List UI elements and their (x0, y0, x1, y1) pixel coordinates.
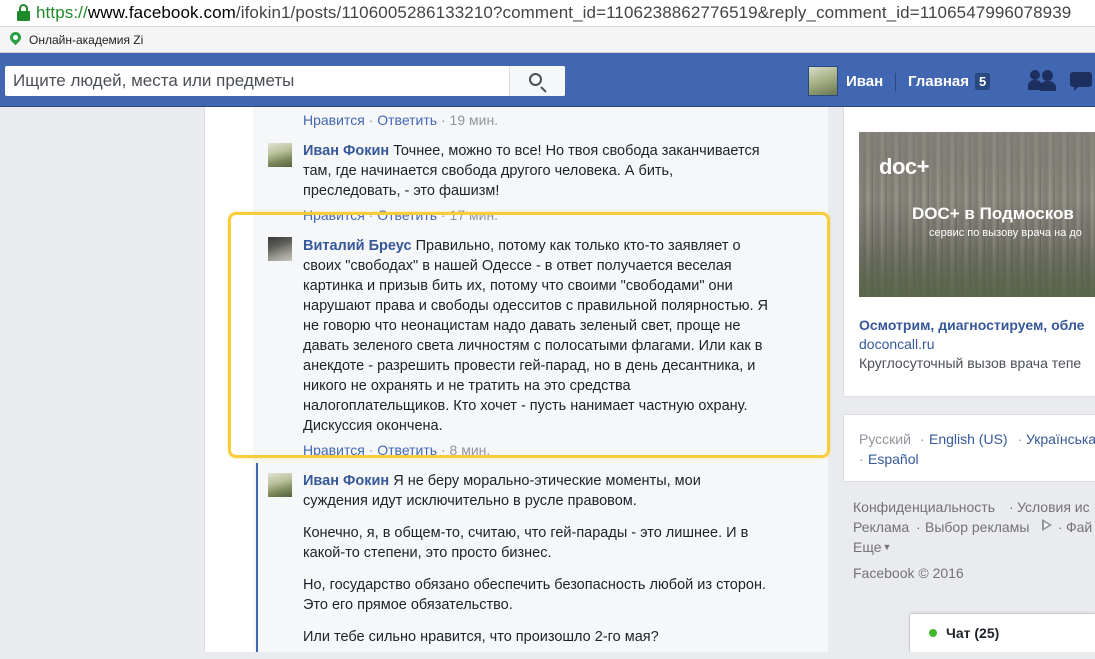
divider (895, 73, 896, 91)
footer-terms-link[interactable]: Условия ис (1017, 499, 1090, 515)
profile-link[interactable]: Иван (808, 66, 883, 96)
home-link[interactable]: Главная 5 (908, 66, 991, 96)
ad-description: Круглосуточный вызов врача тепе (859, 355, 1082, 371)
avatar[interactable] (268, 473, 292, 497)
language-spanish[interactable]: Español (868, 451, 919, 467)
search-input[interactable] (5, 66, 509, 96)
highlight-box (228, 212, 830, 458)
address-bar[interactable]: https://www.facebook.com/ifokin1/posts/1… (0, 0, 1095, 27)
ad-image[interactable]: doc+ DOC+ в Подмосков сервис по вызову в… (859, 132, 1095, 297)
caret-down-icon: ▼ (882, 542, 892, 552)
comment-actions: Нравится · Ответить · 19 мин. (303, 112, 499, 128)
home-label: Главная (908, 72, 970, 90)
search-box (5, 66, 565, 96)
like-link[interactable]: Нравится (303, 112, 365, 128)
language-english[interactable]: English (US) (929, 431, 1008, 447)
profile-name: Иван (846, 72, 884, 90)
footer-ads-link[interactable]: Реклама (853, 519, 909, 535)
footer-privacy-link[interactable]: Конфиденциальность (853, 499, 995, 515)
adchoices-icon (1040, 518, 1054, 532)
online-dot-icon (929, 629, 937, 637)
chat-label: Чат (25) (946, 625, 1000, 641)
ad-domain-link[interactable]: doconcall.ru (859, 336, 935, 352)
ad-title-link[interactable]: Осмотрим, диагностируем, обле (859, 317, 1084, 333)
chat-tab[interactable]: Чат (25) (909, 613, 1095, 652)
comment-author[interactable]: Иван Фокин (303, 143, 389, 159)
bookmarks-bar: Онлайн-академия Zi (0, 27, 1095, 53)
search-icon (529, 73, 542, 86)
avatar[interactable] (268, 143, 292, 167)
url-text[interactable]: https://www.facebook.com/ifokin1/posts/1… (36, 3, 1071, 23)
map-pin-icon (9, 32, 23, 48)
search-button[interactable] (509, 66, 565, 96)
reply-link[interactable]: Ответить (377, 112, 437, 128)
comment-author[interactable]: Иван Фокин (303, 473, 389, 489)
comment-time[interactable]: 19 мин. (450, 112, 499, 128)
footer-copyright: Facebook © 2016 (853, 565, 964, 581)
language-current: Русский (859, 431, 911, 447)
avatar (808, 66, 838, 96)
messages-icon[interactable] (1070, 70, 1095, 92)
ad-headline: DOC+ в Подмосков (912, 204, 1074, 223)
comment-body: Иван Фокин Я не беру морально-этические … (303, 473, 767, 645)
footer-more-link[interactable]: Еще▼ (853, 539, 891, 555)
footer-files-link[interactable]: Фай (1066, 519, 1092, 535)
footer-adchoices-link[interactable]: Выбор рекламы (925, 519, 1029, 535)
reply-thread-line (256, 463, 258, 652)
bookmark-item[interactable]: Онлайн-академия Zi (29, 33, 143, 47)
comment-body: Иван Фокин Точнее, можно то все! Но твоя… (303, 143, 760, 199)
lock-icon (14, 0, 36, 27)
facebook-top-bar: Иван Главная 5 (0, 53, 1095, 107)
ad-subline: сервис по вызову врача на до (929, 227, 1082, 239)
ad-logo: doc+ (879, 154, 929, 179)
friend-requests-icon[interactable] (1028, 69, 1058, 93)
language-ukrainian[interactable]: Українська (1026, 431, 1095, 447)
home-count-badge: 5 (975, 72, 991, 90)
language-box (843, 414, 1095, 482)
